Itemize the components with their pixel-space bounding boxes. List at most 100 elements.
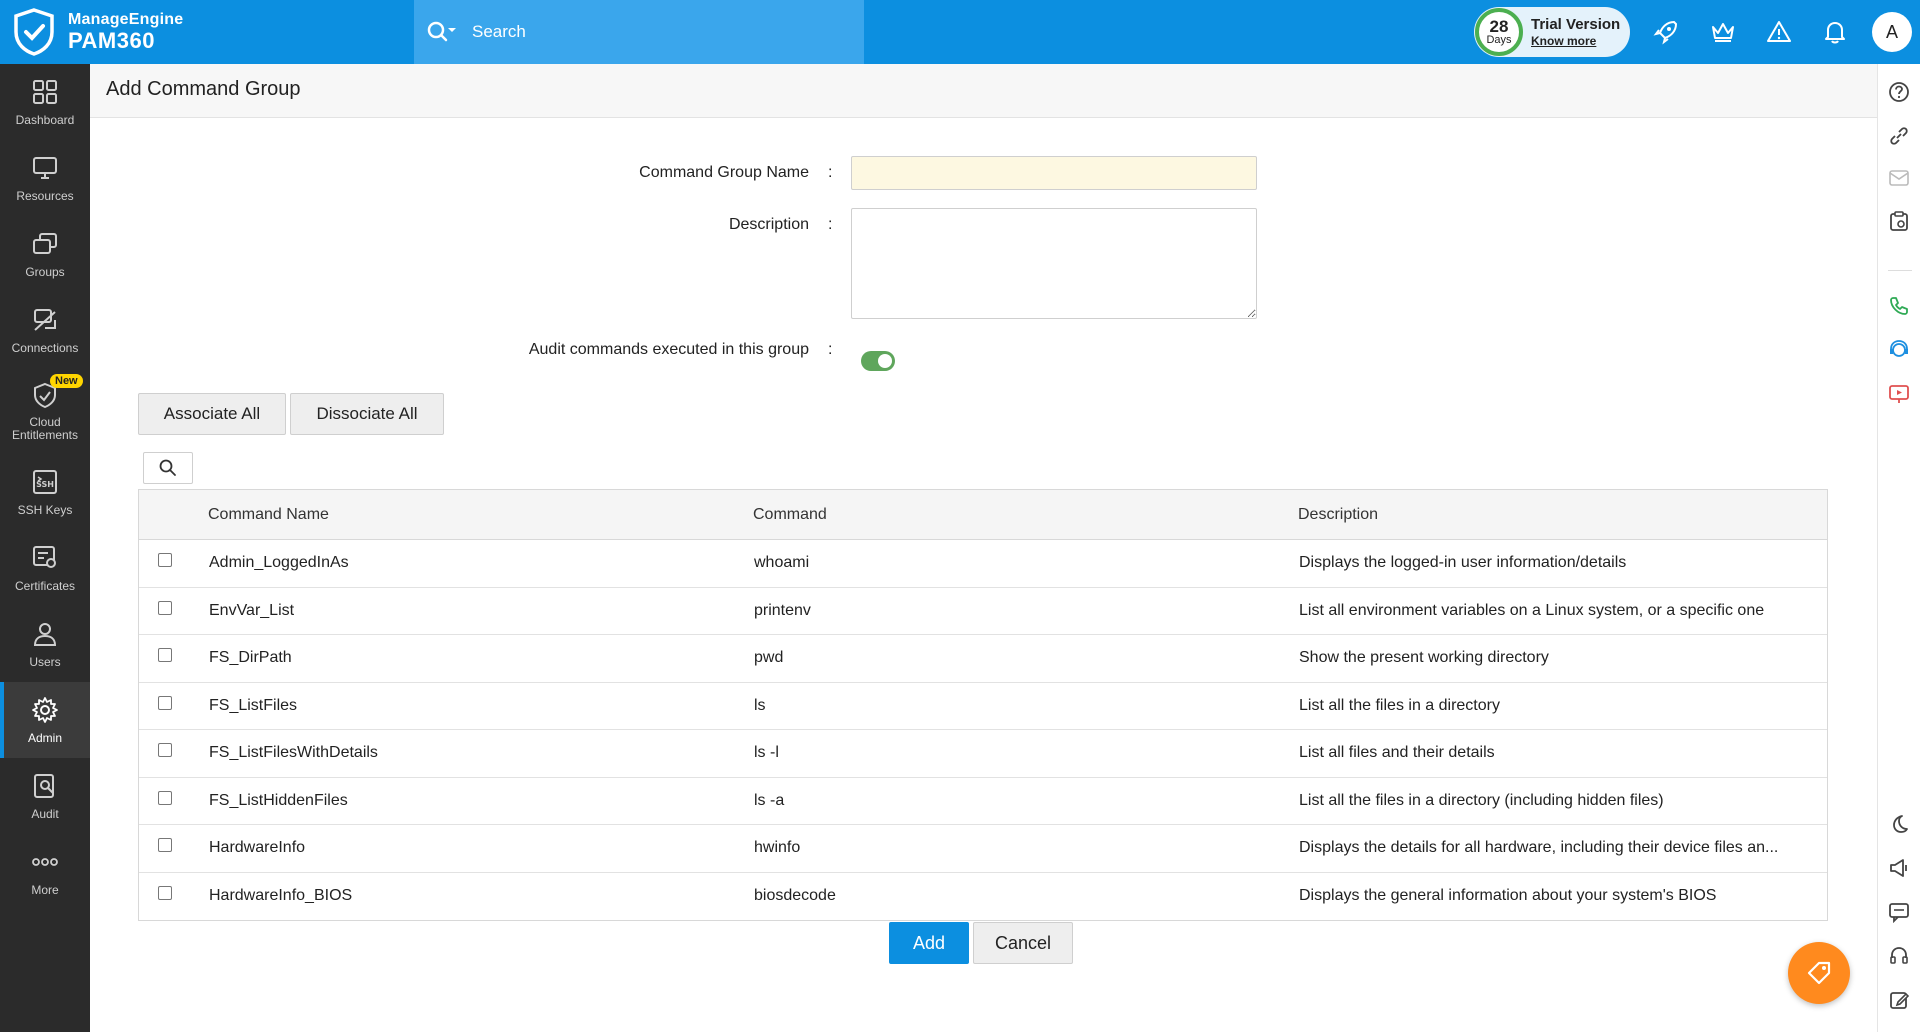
cell-command-name: HardwareInfo: [209, 839, 306, 856]
colon: :: [828, 341, 833, 358]
table-row: FS_DirPath pwd Show the present working …: [139, 635, 1827, 683]
right-sidebar-divider: [1888, 270, 1912, 271]
chat-icon[interactable]: [1887, 900, 1911, 924]
right-sidebar: [1877, 64, 1920, 1032]
brand-text: ManageEngine PAM360: [68, 12, 183, 52]
floating-assistant-button[interactable]: [1788, 942, 1850, 1004]
search-icon[interactable]: [426, 18, 462, 46]
row-checkbox[interactable]: [158, 743, 172, 757]
row-checkbox[interactable]: [158, 695, 172, 710]
global-search[interactable]: Search: [414, 0, 864, 64]
table-row: Admin_LoggedInAs whoami Displays the log…: [139, 540, 1827, 588]
row-checkbox[interactable]: [158, 838, 172, 852]
audit-commands-toggle[interactable]: [861, 351, 895, 371]
row-checkbox[interactable]: [158, 885, 172, 900]
sidebar-item-label: Dashboard: [15, 113, 75, 127]
clipboard-icon[interactable]: [1887, 209, 1911, 233]
headset-icon[interactable]: [1887, 944, 1911, 968]
sidebar-item-label: Admin: [27, 731, 62, 745]
sidebar-item-label: Audit: [31, 807, 59, 821]
sidebar-item-more[interactable]: More: [0, 834, 90, 910]
table-header: Command Name Command Description: [139, 490, 1827, 540]
column-header-command[interactable]: Command: [753, 506, 827, 524]
table-row: HardwareInfo_BIOS biosdecode Displays th…: [139, 873, 1827, 921]
crown-icon[interactable]: [1707, 16, 1739, 48]
sidebar-item-label: SSH Keys: [17, 503, 73, 517]
sidebar-item-connections[interactable]: Connections: [0, 292, 90, 368]
cell-description: Show the present working directory: [1299, 649, 1549, 666]
table-row: FS_ListFiles ls List all the files in a …: [139, 683, 1827, 730]
sidebar-item-certificates[interactable]: Certificates: [0, 530, 90, 606]
shield-logo-icon: [14, 8, 54, 56]
table-search-button[interactable]: [143, 452, 193, 484]
sidebar-item-users[interactable]: Users: [0, 606, 90, 682]
sidebar-item-admin[interactable]: Admin: [0, 682, 90, 758]
announcement-icon[interactable]: [1887, 856, 1911, 880]
search-icon: [159, 459, 176, 476]
dissociate-all-button[interactable]: Dissociate All: [290, 393, 444, 435]
audit-commands-label: Audit commands executed in this group: [528, 341, 809, 358]
new-badge: New: [50, 374, 83, 388]
sidebar-item-audit[interactable]: Audit: [0, 758, 90, 834]
dashboard-icon: [30, 77, 60, 107]
cell-command: ls -l: [754, 744, 779, 761]
audit-icon: [30, 771, 60, 801]
associate-all-button[interactable]: Associate All: [138, 393, 286, 435]
row-checkbox[interactable]: [158, 648, 172, 662]
dark-mode-icon[interactable]: [1887, 812, 1911, 836]
phone-icon[interactable]: [1887, 294, 1911, 318]
warning-icon[interactable]: [1763, 16, 1795, 48]
row-checkbox[interactable]: [158, 553, 172, 567]
brand-line-2: PAM360: [68, 28, 155, 53]
cell-description: Displays the general information about y…: [1299, 886, 1717, 904]
feedback-edit-icon[interactable]: [1887, 988, 1911, 1012]
bell-icon[interactable]: [1819, 16, 1851, 48]
sidebar-item-groups[interactable]: Groups: [0, 216, 90, 292]
trial-days-number: 28: [1489, 17, 1509, 36]
row-checkbox[interactable]: [158, 790, 172, 805]
mail-icon[interactable]: [1887, 166, 1911, 190]
cell-command-name: FS_ListFilesWithDetails: [209, 744, 378, 761]
video-tutorial-icon[interactable]: [1887, 382, 1911, 406]
description-label: Description: [728, 216, 809, 233]
gear-icon: [30, 695, 60, 725]
page-title: Add Command Group: [106, 78, 301, 100]
row-checkbox[interactable]: [158, 600, 172, 615]
column-header-command-name[interactable]: Command Name: [208, 506, 329, 524]
more-icon: [30, 847, 60, 877]
tag-icon: [1807, 961, 1831, 985]
brand-line-1: ManageEngine: [68, 11, 184, 28]
user-avatar[interactable]: A: [1872, 12, 1912, 52]
support-agent-icon[interactable]: [1887, 338, 1911, 362]
help-icon[interactable]: [1887, 80, 1911, 104]
sidebar-item-label: Groups: [25, 265, 65, 279]
know-more-link[interactable]: Know more: [1531, 34, 1620, 48]
cell-command-name: FS_DirPath: [209, 649, 292, 666]
cell-command: biosdecode: [754, 886, 836, 904]
left-sidebar: Dashboard Resources Groups Connections N…: [0, 64, 90, 1032]
cell-command: pwd: [754, 649, 784, 666]
app-logo[interactable]: ManageEngine PAM360: [12, 8, 183, 56]
certificate-icon: [30, 543, 60, 573]
sidebar-item-dashboard[interactable]: Dashboard: [0, 64, 90, 140]
column-header-description[interactable]: Description: [1298, 506, 1378, 524]
rocket-icon[interactable]: [1650, 16, 1682, 48]
table-row: EnvVar_List printenv List all environmen…: [139, 588, 1827, 635]
key-link-icon[interactable]: [1887, 124, 1911, 148]
add-button[interactable]: Add: [889, 922, 969, 964]
command-group-name-input[interactable]: [851, 156, 1257, 190]
sidebar-item-cloud-entitlements[interactable]: New Cloud Entitlements: [0, 368, 90, 454]
sidebar-item-resources[interactable]: Resources: [0, 140, 90, 216]
description-textarea[interactable]: [851, 208, 1257, 319]
cell-command: ls: [754, 696, 766, 714]
cancel-button[interactable]: Cancel: [973, 922, 1073, 964]
sidebar-item-ssh-keys[interactable]: SSH SSH Keys: [0, 454, 90, 530]
colon: :: [828, 216, 833, 233]
cell-command-name: FS_ListHiddenFiles: [209, 791, 348, 809]
trial-days-label: Days: [1486, 34, 1512, 46]
search-placeholder[interactable]: Search: [472, 22, 526, 42]
trial-banner[interactable]: 28 Days Trial Version Know more: [1474, 7, 1630, 57]
cell-description: List all the files in a directory: [1299, 696, 1500, 714]
trial-days-ring: 28 Days: [1475, 8, 1523, 56]
sidebar-item-label: Certificates: [14, 579, 76, 593]
